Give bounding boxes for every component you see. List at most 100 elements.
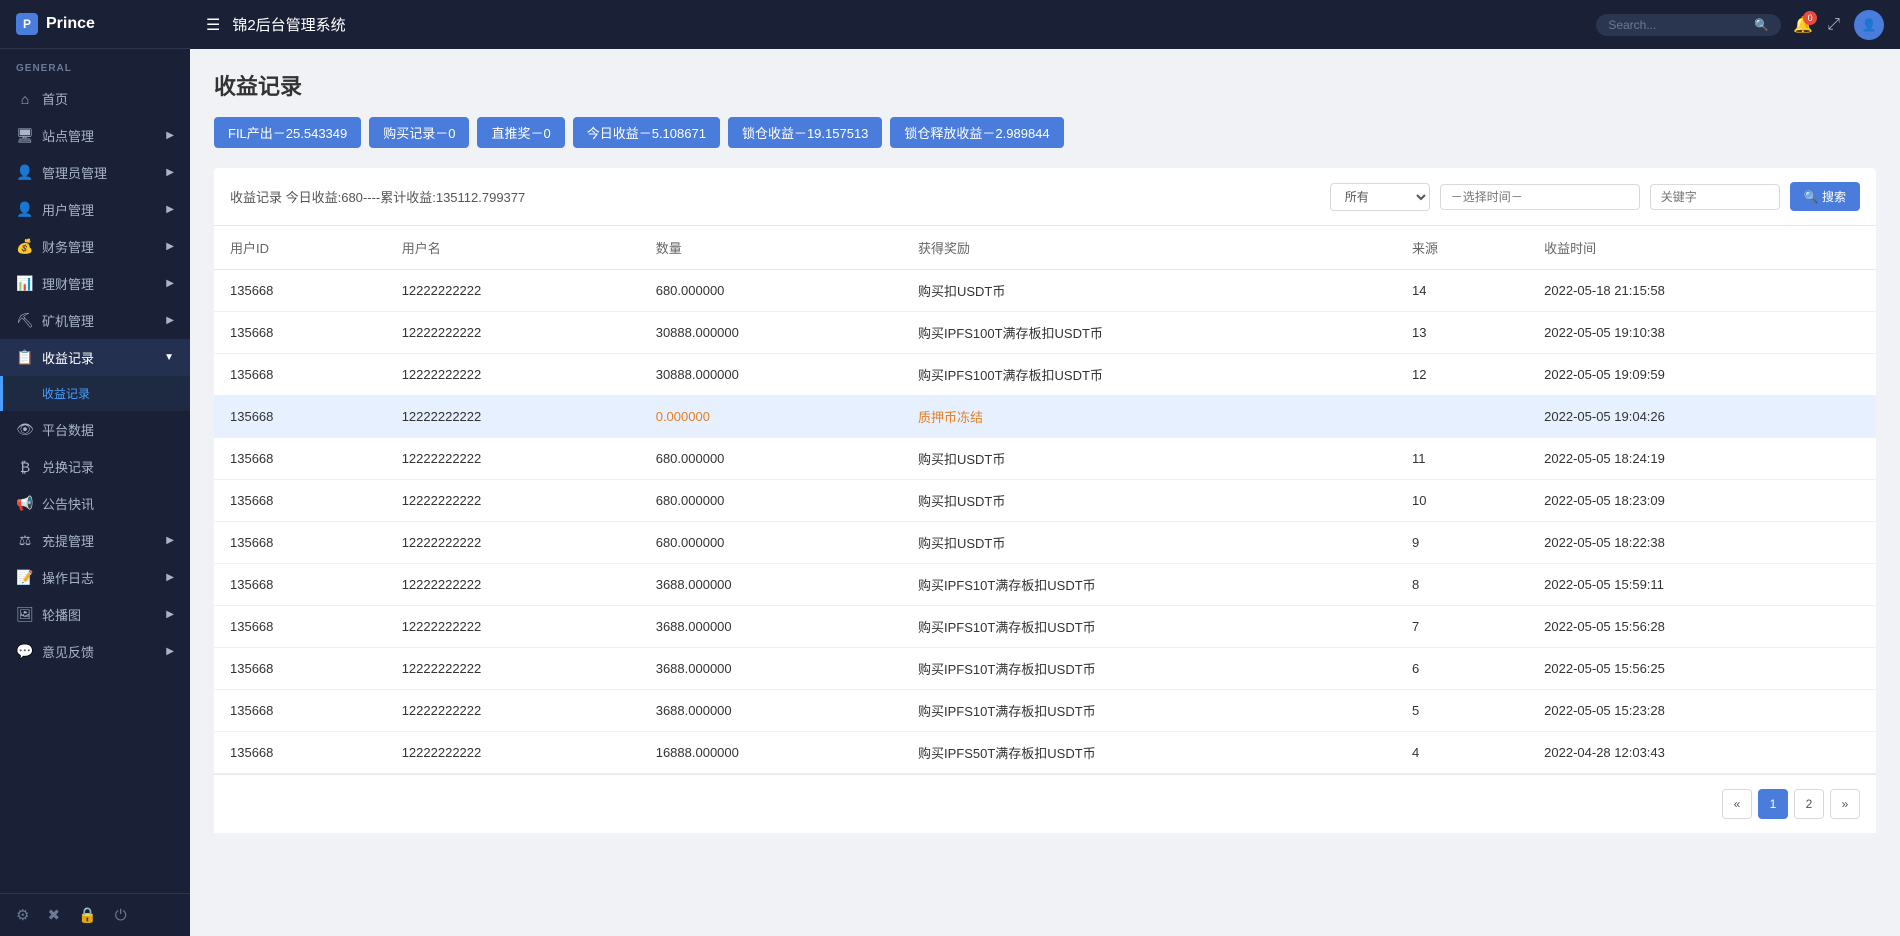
sidebar-item-site[interactable]: 🖥 站点管理 ▶ [0, 117, 190, 154]
table-panel: 收益记录 今日收益:680----累计收益:135112.799377 所有 购… [214, 168, 1876, 833]
sidebar: P Prince GENERAL ⌂ 首页 🖥 站点管理 ▶ 👤 管理员管理 ▶… [0, 0, 190, 936]
sidebar-item-miner[interactable]: ⛏ 矿机管理 ▶ [0, 302, 190, 339]
table-row: 135668 12222222222 0.000000 质押币冻结 2022-0… [214, 396, 1876, 438]
notification-bell[interactable]: 🔔 0 [1793, 15, 1813, 35]
sidebar-item-label: 用户管理 [42, 200, 94, 219]
cell-source: 8 [1396, 564, 1528, 606]
sidebar-item-platform[interactable]: 👁 平台数据 [0, 411, 190, 448]
table-row: 135668 12222222222 680.000000 购买扣USDT币 1… [214, 480, 1876, 522]
sidebar-item-admin[interactable]: 👤 管理员管理 ▶ [0, 154, 190, 191]
cell-amount: 680.000000 [640, 270, 902, 312]
app-name: Prince [46, 15, 95, 33]
col-user-id: 用户ID [214, 226, 386, 270]
cell-reward: 质押币冻结 [902, 396, 1396, 438]
cell-time: 2022-05-05 18:22:38 [1528, 522, 1876, 564]
stat-today-earnings[interactable]: 今日收益－5.108671 [573, 117, 720, 148]
sidebar-item-label: 轮播图 [42, 605, 81, 624]
stat-locked-earnings[interactable]: 锁仓收益－19.157513 [728, 117, 882, 148]
filter-keyword-input[interactable] [1650, 184, 1780, 210]
feedback-icon: 💬 [16, 643, 34, 661]
filter-type-select[interactable]: 所有 购买记录 直推奖 今日收益 锁仓收益 [1330, 183, 1430, 211]
sidebar-logo: P Prince [0, 0, 190, 49]
cell-amount: 16888.000000 [640, 732, 902, 774]
chevron-right-icon: ▶ [166, 572, 174, 583]
cell-user-id: 135668 [214, 648, 386, 690]
sidebar-item-user[interactable]: 👤 用户管理 ▶ [0, 191, 190, 228]
cell-username: 12222222222 [386, 396, 640, 438]
sidebar-item-label: 兑换记录 [42, 457, 94, 476]
cell-user-id: 135668 [214, 354, 386, 396]
sidebar-item-exchange[interactable]: ₿ 兑换记录 [0, 448, 190, 485]
sidebar-item-oplog[interactable]: 📝 操作日志 ▶ [0, 559, 190, 596]
cell-amount: 3688.000000 [640, 564, 902, 606]
cell-source [1396, 396, 1528, 438]
expand-icon[interactable]: ⤢ [1827, 16, 1840, 34]
table-row: 135668 12222222222 3688.000000 购买IPFS10T… [214, 564, 1876, 606]
col-username: 用户名 [386, 226, 640, 270]
cell-reward: 购买IPFS10T满存板扣USDT币 [902, 648, 1396, 690]
settings-icon[interactable]: ⚙ [16, 906, 29, 924]
pagination-page-2[interactable]: 2 [1794, 789, 1824, 819]
cell-amount: 680.000000 [640, 438, 902, 480]
table-body: 135668 12222222222 680.000000 购买扣USDT币 1… [214, 270, 1876, 774]
filter-date-input[interactable] [1440, 184, 1640, 210]
menu-toggle-icon[interactable]: ☰ [206, 15, 220, 35]
avatar[interactable]: 👤 [1854, 10, 1884, 40]
stat-direct-bonus[interactable]: 直推奖－0 [477, 117, 564, 148]
chevron-right-icon: ▶ [166, 646, 174, 657]
sidebar-item-label: 公告快讯 [42, 494, 94, 513]
search-icon[interactable]: 🔍 [1754, 18, 1769, 32]
cell-username: 12222222222 [386, 438, 640, 480]
cell-reward: 购买IPFS100T满存板扣USDT币 [902, 312, 1396, 354]
sidebar-item-earnings-record[interactable]: 收益记录 [0, 376, 190, 411]
sidebar-item-finance[interactable]: 💰 财务管理 ▶ [0, 228, 190, 265]
cell-user-id: 135668 [214, 438, 386, 480]
filter-summary: 收益记录 今日收益:680----累计收益:135112.799377 [230, 187, 525, 206]
cell-user-id: 135668 [214, 312, 386, 354]
cell-username: 12222222222 [386, 648, 640, 690]
cell-user-id: 135668 [214, 522, 386, 564]
chevron-right-icon: ▶ [166, 315, 174, 326]
sidebar-item-recharge[interactable]: ⚖ 充提管理 ▶ [0, 522, 190, 559]
stat-fil-output[interactable]: FIL产出－25.543349 [214, 117, 361, 148]
cell-time: 2022-04-28 12:03:43 [1528, 732, 1876, 774]
sidebar-item-notice[interactable]: 📢 公告快讯 [0, 485, 190, 522]
stat-release-earnings[interactable]: 锁仓释放收益－2.989844 [890, 117, 1063, 148]
table-row: 135668 12222222222 30888.000000 购买IPFS10… [214, 312, 1876, 354]
cell-username: 12222222222 [386, 312, 640, 354]
sidebar-item-banner[interactable]: 🖼 轮播图 ▶ [0, 596, 190, 633]
cell-user-id: 135668 [214, 606, 386, 648]
table-row: 135668 12222222222 30888.000000 购买IPFS10… [214, 354, 1876, 396]
platform-icon: 👁 [16, 421, 34, 439]
content-area: 收益记录 FIL产出－25.543349 购买记录－0 直推奖－0 今日收益－5… [190, 49, 1900, 936]
sidebar-bottom: ⚙ ✖ 🔒 ⏻ [0, 893, 190, 936]
table-row: 135668 12222222222 3688.000000 购买IPFS10T… [214, 690, 1876, 732]
cell-username: 12222222222 [386, 480, 640, 522]
table-row: 135668 12222222222 3688.000000 购买IPFS10T… [214, 606, 1876, 648]
cell-source: 6 [1396, 648, 1528, 690]
lock-icon[interactable]: 🔒 [78, 906, 97, 924]
pagination-page-1[interactable]: 1 [1758, 789, 1788, 819]
pagination-prev[interactable]: « [1722, 789, 1752, 819]
stat-purchase[interactable]: 购买记录－0 [369, 117, 469, 148]
cell-time: 2022-05-05 15:23:28 [1528, 690, 1876, 732]
cell-time: 2022-05-05 19:09:59 [1528, 354, 1876, 396]
sidebar-item-label: 充提管理 [42, 531, 94, 550]
sidebar-item-wealth[interactable]: 📊 理财管理 ▶ [0, 265, 190, 302]
cell-user-id: 135668 [214, 396, 386, 438]
sidebar-item-earnings[interactable]: 📋 收益记录 ▼ [0, 339, 190, 376]
cell-source: 10 [1396, 480, 1528, 522]
exchange-icon: ₿ [16, 458, 34, 476]
search-input[interactable] [1608, 18, 1748, 32]
earnings-table: 用户ID 用户名 数量 获得奖励 来源 收益时间 135668 12222222… [214, 226, 1876, 774]
sidebar-item-home[interactable]: ⌂ 首页 [0, 80, 190, 117]
cell-time: 2022-05-05 19:04:26 [1528, 396, 1876, 438]
filter-bar: 收益记录 今日收益:680----累计收益:135112.799377 所有 购… [214, 168, 1876, 226]
cell-reward: 购买IPFS10T满存板扣USDT币 [902, 606, 1396, 648]
search-button[interactable]: 🔍 搜索 [1790, 182, 1860, 211]
power-icon[interactable]: ⏻ [115, 907, 127, 924]
banner-icon: 🖼 [16, 606, 34, 624]
pagination-next[interactable]: » [1830, 789, 1860, 819]
sidebar-item-feedback[interactable]: 💬 意见反馈 ▶ [0, 633, 190, 670]
close-icon[interactable]: ✖ [47, 906, 60, 924]
